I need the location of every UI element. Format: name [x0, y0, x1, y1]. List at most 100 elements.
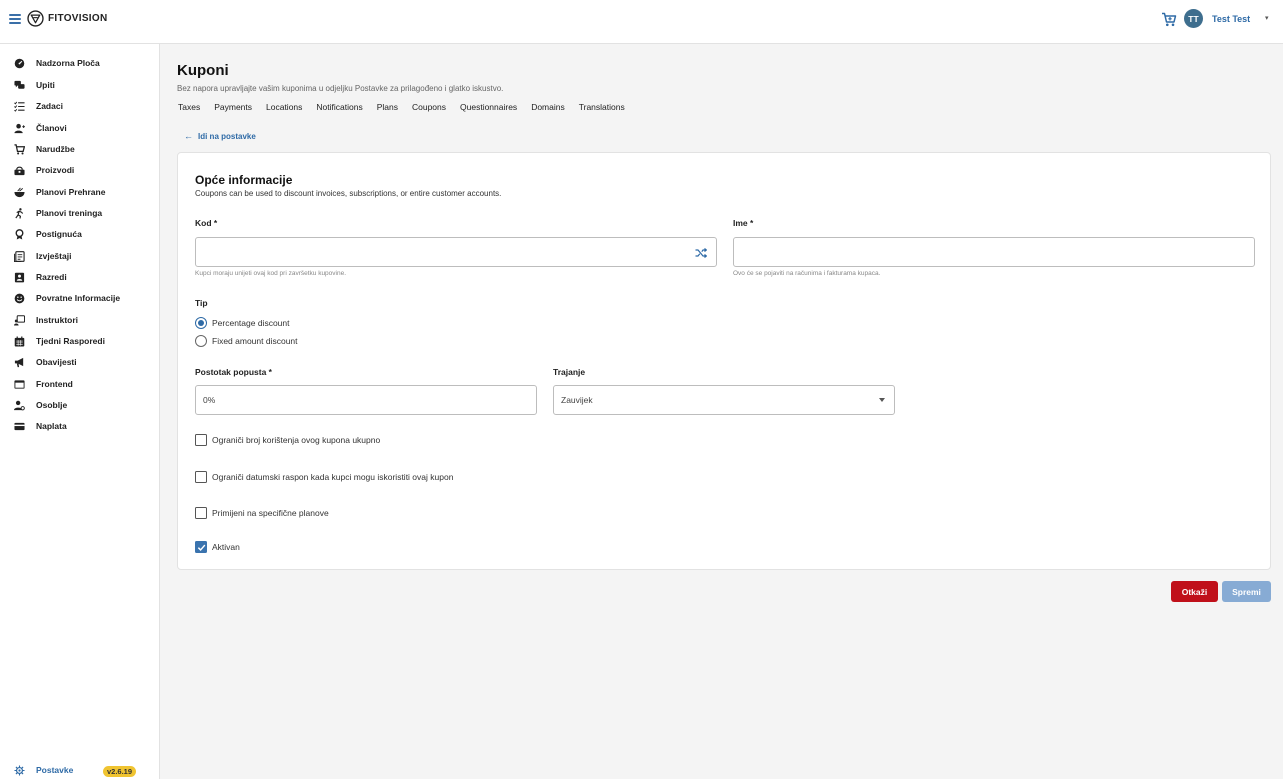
logo[interactable]: FITOVISION	[27, 10, 108, 27]
version-badge: v2.6.19	[103, 766, 137, 777]
checkmark-icon	[197, 544, 205, 551]
sidebar-item-dashboard[interactable]: Nadzorna Ploča	[0, 53, 159, 73]
sidebar-item-obavijesti[interactable]: Obavijesti	[0, 352, 159, 372]
percent-label: Postotak popusta *	[195, 367, 272, 377]
sidebar-item-label: Izvještaji	[36, 251, 72, 261]
sidebar-item-label: Instruktori	[36, 315, 79, 325]
radio-fixed-amount-discount[interactable]: Fixed amount discount	[195, 335, 298, 347]
checkbox-label: Aktivan	[212, 542, 240, 552]
sidebar-item-razredi[interactable]: Razredi	[0, 267, 159, 287]
menu-icon[interactable]	[9, 14, 21, 24]
sidebar: Nadzorna Ploča Upiti Zadaci Članovi Naru…	[0, 44, 160, 779]
tab-taxes[interactable]: Taxes	[178, 102, 200, 112]
sidebar-item-povratne-informacije[interactable]: Povratne Informacije	[0, 288, 159, 308]
back-to-settings-link[interactable]: ← Idi na postavke	[184, 131, 256, 141]
sidebar-item-naplata[interactable]: Naplata	[0, 416, 159, 436]
sidebar-item-label: Planovi Prehrane	[36, 187, 106, 197]
food-bowl-icon	[14, 187, 25, 198]
tab-payments[interactable]: Payments	[214, 102, 252, 112]
sidebar-item-izvjestaji[interactable]: Izvještaji	[0, 246, 159, 266]
save-button[interactable]: Spremi	[1222, 581, 1271, 602]
check-limit-date-range[interactable]: Ograniči datumski raspon kada kupci mogu…	[195, 471, 453, 483]
sidebar-item-label: Postavke	[36, 765, 74, 775]
sidebar-item-label: Članovi	[36, 123, 67, 133]
radio-percentage-discount[interactable]: Percentage discount	[195, 317, 290, 329]
percent-input-value: 0%	[203, 395, 216, 405]
sidebar-item-frontend[interactable]: Frontend	[0, 374, 159, 394]
sidebar-item-label: Postignuća	[36, 229, 82, 239]
classes-icon	[14, 272, 25, 283]
top-bar: FITOVISION TT Test Test ▾	[0, 0, 1283, 44]
cart-icon[interactable]	[1161, 12, 1177, 27]
cancel-button[interactable]: Otkaži	[1171, 581, 1218, 602]
checklist-icon	[14, 101, 25, 112]
checkbox-label: Ograniči broj korištenja ovog kupona uku…	[212, 435, 381, 445]
sidebar-item-planovi-prehrane[interactable]: Planovi Prehrane	[0, 182, 159, 202]
tab-translations[interactable]: Translations	[579, 102, 625, 112]
tab-questionnaires[interactable]: Questionnaires	[460, 102, 517, 112]
avatar[interactable]: TT	[1184, 9, 1203, 28]
user-name[interactable]: Test Test	[1212, 14, 1250, 24]
checkbox[interactable]	[195, 471, 207, 483]
code-hint: Kupci moraju unijeti ovaj kod pri završe…	[195, 270, 347, 277]
section-title: Opće informacije	[195, 173, 293, 187]
radio-label: Percentage discount	[212, 318, 290, 328]
sidebar-item-label: Osoblje	[36, 400, 68, 410]
chevron-down-icon[interactable]: ▾	[1265, 14, 1269, 22]
award-icon	[14, 229, 25, 240]
shuffle-icon[interactable]	[695, 247, 707, 259]
sidebar-item-label: Narudžbe	[36, 144, 75, 154]
running-icon	[14, 208, 25, 219]
type-label: Tip	[195, 298, 208, 308]
brand-name: FITOVISION	[48, 13, 108, 24]
duration-label: Trajanje	[553, 367, 586, 377]
code-label: Kod *	[195, 218, 218, 228]
sidebar-item-narudzbe[interactable]: Narudžbe	[0, 139, 159, 159]
arrow-left-icon: ←	[184, 131, 193, 141]
checkbox[interactable]	[195, 541, 207, 553]
page-title: Kuponi	[177, 62, 229, 79]
check-limit-redemptions[interactable]: Ograniči broj korištenja ovog kupona uku…	[195, 434, 380, 446]
sidebar-item-label: Obavijesti	[36, 357, 77, 367]
checkbox[interactable]	[195, 507, 207, 519]
sidebar-item-label: Nadzorna Ploča	[36, 58, 100, 68]
sidebar-item-upiti[interactable]: Upiti	[0, 75, 159, 95]
duration-select-value: Zauvijek	[561, 395, 593, 405]
tab-coupons[interactable]: Coupons	[412, 102, 446, 112]
sidebar-item-label: Zadaci	[36, 101, 63, 111]
sidebar-item-osoblje[interactable]: Osoblje	[0, 395, 159, 415]
back-link-label: Idi na postavke	[198, 131, 256, 141]
sidebar-item-planovi-treninga[interactable]: Planovi treninga	[0, 203, 159, 223]
chat-icon	[14, 80, 25, 91]
code-input[interactable]	[195, 237, 717, 267]
sidebar-item-zadaci[interactable]: Zadaci	[0, 96, 159, 116]
sidebar-item-label: Naplata	[36, 421, 67, 431]
sidebar-item-proizvodi[interactable]: Proizvodi	[0, 160, 159, 180]
cart-icon	[14, 144, 25, 155]
check-specific-plans[interactable]: Primijeni na specifične planove	[195, 507, 329, 519]
name-input[interactable]	[733, 237, 1255, 267]
fitovision-logo-icon	[27, 10, 44, 27]
instructor-icon	[14, 315, 25, 326]
radio-button[interactable]	[195, 335, 207, 347]
sidebar-item-clanovi[interactable]: Članovi	[0, 118, 159, 138]
tab-locations[interactable]: Locations	[266, 102, 302, 112]
sidebar-item-tjedni-rasporedi[interactable]: Tjedni Rasporedi	[0, 331, 159, 351]
tab-domains[interactable]: Domains	[531, 102, 565, 112]
tab-notifications[interactable]: Notifications	[316, 102, 362, 112]
gear-icon	[14, 765, 25, 776]
tab-plans[interactable]: Plans	[377, 102, 398, 112]
smiley-icon	[14, 293, 25, 304]
name-label: Ime *	[733, 218, 754, 228]
checkbox-label: Primijeni na specifične planove	[212, 508, 329, 518]
duration-select[interactable]: Zauvijek	[553, 385, 895, 415]
sidebar-item-instruktori[interactable]: Instruktori	[0, 310, 159, 330]
page-subtitle: Bez napora upravljajte vašim kuponima u …	[177, 84, 504, 93]
percent-input[interactable]: 0%	[195, 385, 537, 415]
chevron-down-icon	[879, 398, 885, 402]
checkbox[interactable]	[195, 434, 207, 446]
sidebar-item-label: Upiti	[36, 80, 55, 90]
radio-button[interactable]	[195, 317, 207, 329]
check-active[interactable]: Aktivan	[195, 541, 240, 553]
sidebar-item-postignuca[interactable]: Postignuća	[0, 224, 159, 244]
